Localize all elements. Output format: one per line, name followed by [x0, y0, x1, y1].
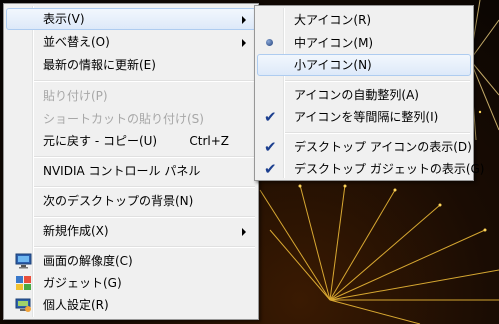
menu-item-label: NVIDIA コントロール パネル: [43, 164, 201, 178]
menu-item-label: 新規作成(X): [43, 224, 109, 238]
menu-item-label: 個人設定(R): [43, 298, 109, 312]
submenu-arrow-icon: [242, 16, 246, 24]
menu-item-refresh[interactable]: 最新の情報に更新(E): [6, 54, 256, 76]
gadgets-icon: [16, 276, 31, 290]
menu-separator: [34, 186, 255, 188]
menu-item-label: デスクトップ ガジェットの表示(G): [294, 162, 485, 176]
menu-item-label: 元に戻す - コピー(U): [43, 134, 158, 148]
menu-item-label: 貼り付け(P): [43, 89, 108, 103]
menu-item-label: デスクトップ アイコンの表示(D): [294, 140, 472, 154]
checkmark-icon: ✔: [264, 108, 277, 126]
menu-item-label: 最新の情報に更新(E): [43, 58, 156, 72]
menu-item-label: 小アイコン(N): [294, 58, 372, 72]
personalize-icon: [15, 298, 31, 312]
submenu-arrow-icon: [242, 228, 246, 236]
menu-item-personalize[interactable]: 個人設定(R): [6, 294, 256, 316]
menu-item-sort-by[interactable]: 並べ替え(O): [6, 31, 256, 53]
menu-separator: [285, 80, 470, 82]
display-resolution-icon: [15, 253, 32, 269]
menu-item-paste-shortcut[interactable]: ショートカットの貼り付け(S): [6, 108, 256, 130]
menu-item-nvidia-control-panel[interactable]: NVIDIA コントロール パネル: [6, 160, 256, 182]
menu-item-label: アイコンを等間隔に整列(I): [294, 110, 439, 124]
menu-item-label: 大アイコン(R): [294, 13, 372, 27]
menu-separator: [285, 132, 470, 134]
menu-item-label: アイコンの自動整列(A): [294, 88, 419, 102]
submenu-item-align-to-grid[interactable]: ✔ アイコンを等間隔に整列(I): [257, 106, 471, 128]
checkmark-icon: ✔: [264, 138, 277, 156]
menu-item-new[interactable]: 新規作成(X): [6, 220, 256, 242]
menu-item-paste[interactable]: 貼り付け(P): [6, 85, 256, 107]
menu-item-label: 画面の解像度(C): [43, 254, 133, 268]
checkmark-icon: ✔: [264, 160, 277, 178]
submenu-item-medium-icons[interactable]: 中アイコン(M): [257, 32, 471, 54]
menu-item-label: 表示(V): [43, 12, 85, 26]
menu-separator: [34, 156, 255, 158]
menu-item-screen-resolution[interactable]: 画面の解像度(C): [6, 250, 256, 272]
submenu-item-small-icons[interactable]: 小アイコン(N): [257, 54, 471, 76]
desktop-context-menu: 表示(V) 並べ替え(O) 最新の情報に更新(E) 貼り付け(P) ショートカッ…: [3, 3, 259, 320]
menu-item-label: ガジェット(G): [43, 276, 122, 290]
menu-item-undo-copy[interactable]: 元に戻す - コピー(U) Ctrl+Z: [6, 130, 256, 152]
menu-item-label: 中アイコン(M): [294, 36, 374, 50]
menu-item-label: ショートカットの貼り付け(S): [43, 112, 204, 126]
menu-separator: [34, 80, 255, 82]
radio-selected-icon: [266, 39, 273, 46]
menu-item-label: 次のデスクトップの背景(N): [43, 194, 194, 208]
menu-item-next-background[interactable]: 次のデスクトップの背景(N): [6, 190, 256, 212]
menu-item-label: 並べ替え(O): [43, 35, 110, 49]
submenu-arrow-icon: [242, 39, 246, 47]
submenu-item-auto-arrange[interactable]: アイコンの自動整列(A): [257, 84, 471, 106]
submenu-item-show-desktop-gadgets[interactable]: ✔ デスクトップ ガジェットの表示(G): [257, 158, 484, 180]
submenu-item-show-desktop-icons[interactable]: ✔ デスクトップ アイコンの表示(D): [257, 136, 472, 158]
menu-separator: [34, 216, 255, 218]
menu-item-gadgets[interactable]: ガジェット(G): [6, 272, 256, 294]
menu-item-view[interactable]: 表示(V): [6, 8, 256, 30]
view-submenu: 大アイコン(R) 中アイコン(M) 小アイコン(N) アイコンの自動整列(A) …: [254, 5, 484, 181]
menu-separator: [34, 246, 255, 248]
menu-item-shortcut: Ctrl+Z: [189, 134, 229, 148]
submenu-item-large-icons[interactable]: 大アイコン(R): [257, 9, 471, 31]
